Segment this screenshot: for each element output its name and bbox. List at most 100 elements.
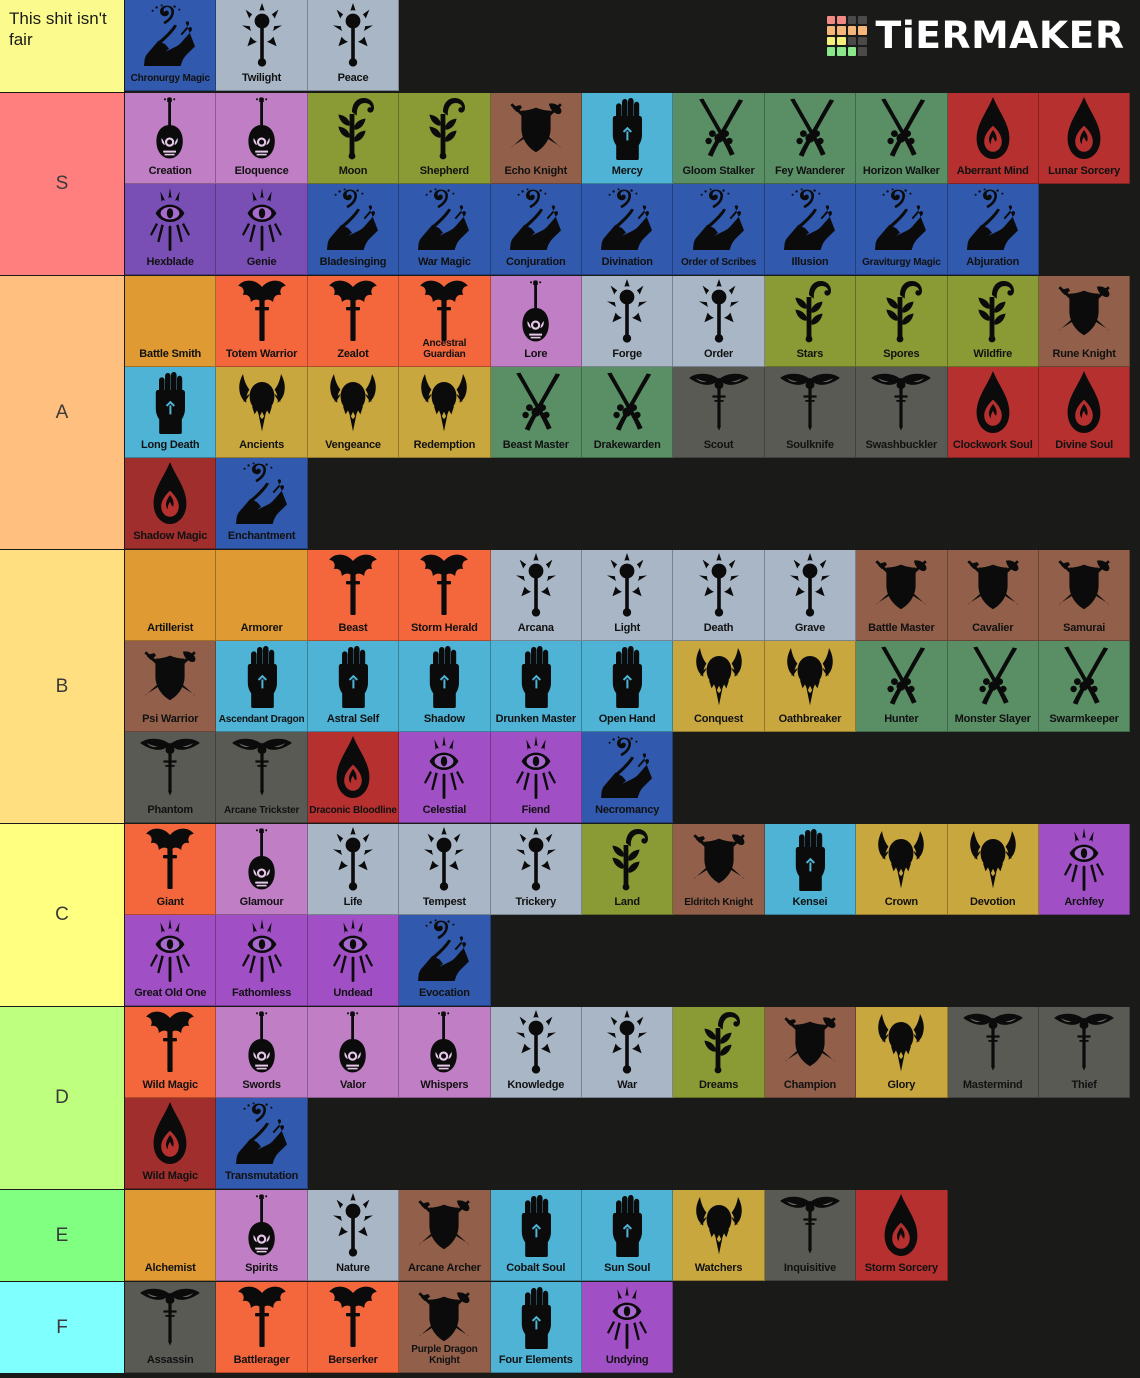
tier-item-tile[interactable]: Order of Scribes [673,184,765,275]
tier-item-tile[interactable]: War Magic [399,184,491,275]
tier-items-container[interactable]: Wild Magic Swords Valor Whispers Knowled… [125,1007,1140,1189]
tier-item-tile[interactable]: Hunter [856,641,948,732]
tier-item-tile[interactable]: Astral Self [307,641,400,732]
tier-item-tile[interactable]: Trickery [490,824,582,915]
tier-items-container[interactable]: Giant Glamour Life Tempest Trickery Land… [125,824,1140,1006]
tier-item-tile[interactable]: Swords [216,1007,308,1098]
tier-item-tile[interactable]: Ancients [216,367,308,458]
tier-item-tile[interactable]: Battle Smith [125,276,217,367]
tier-item-tile[interactable]: Valor [307,1007,400,1098]
tier-item-tile[interactable]: Psi Warrior [125,641,217,732]
tier-item-tile[interactable]: Storm Herald [399,550,491,641]
tier-item-tile[interactable]: Devotion [947,824,1039,915]
tier-item-tile[interactable]: Nature [307,1190,400,1281]
tier-item-tile[interactable]: Moon [307,93,400,184]
tier-item-tile[interactable]: Clockwork Soul [947,367,1039,458]
tier-item-tile[interactable]: Dreams [673,1007,765,1098]
tier-item-tile[interactable]: Conjuration [490,184,582,275]
unranked-row-label[interactable]: This shit isn't fair [0,0,125,92]
tier-item-tile[interactable]: Shadow Magic [125,458,217,549]
tier-item-tile[interactable]: Spores [856,276,948,367]
tier-item-tile[interactable]: Inquisitive [764,1190,857,1281]
tier-item-tile[interactable]: Aberrant Mind [947,93,1039,184]
tier-item-tile[interactable]: Forge [581,276,674,367]
tier-item-tile[interactable]: Grave [764,550,857,641]
tier-item-tile[interactable]: Hexblade [125,184,217,275]
tier-item-tile[interactable]: Glory [856,1007,948,1098]
tier-item-tile[interactable]: Monster Slayer [947,641,1039,732]
tier-item-tile[interactable]: Tempest [399,824,491,915]
tier-item-tile[interactable]: Conquest [673,641,765,732]
tier-item-tile[interactable]: Shepherd [399,93,491,184]
tier-items-container[interactable]: Artillerist Armorer Beast Storm Herald Ar… [125,550,1140,823]
tier-item-tile[interactable]: Battle Master [856,550,948,641]
tier-item-tile[interactable]: Zealot [307,276,400,367]
tier-item-tile[interactable]: Assassin [125,1282,217,1373]
tier-items-container[interactable]: Assassin Battlerager Berserker Purple Dr… [125,1282,1140,1373]
tier-item-tile[interactable]: Graviturgy Magic [856,184,948,275]
tier-item-tile[interactable]: Great Old One [125,915,217,1006]
tier-item-tile[interactable]: Fiend [490,732,582,823]
tier-item-tile[interactable]: Eldritch Knight [673,824,765,915]
tier-label[interactable]: F [0,1282,125,1373]
tier-item-tile[interactable]: Champion [764,1007,857,1098]
tier-item-tile[interactable]: Storm Sorcery [856,1190,948,1281]
tier-item-tile[interactable]: Totem Warrior [216,276,308,367]
tier-item-tile[interactable]: Divination [581,184,674,275]
tier-item-tile[interactable]: Gloom Stalker [673,93,765,184]
tier-label[interactable]: D [0,1007,125,1189]
tier-item-tile[interactable]: Ancestral Guardian [399,276,491,367]
tier-label[interactable]: C [0,824,125,1006]
tier-item-tile[interactable]: Echo Knight [490,93,582,184]
tier-item-tile[interactable]: Soulknife [764,367,857,458]
tier-item-tile[interactable]: Glamour [216,824,308,915]
tier-item-tile[interactable]: Wild Magic [125,1007,217,1098]
tier-label[interactable]: E [0,1190,125,1281]
tier-item-tile[interactable]: Thief [1038,1007,1131,1098]
tier-item-tile[interactable]: Cavalier [947,550,1039,641]
tier-item-tile[interactable]: Vengeance [307,367,400,458]
tier-item-tile[interactable]: Rune Knight [1038,276,1131,367]
tier-item-tile[interactable]: Illusion [764,184,857,275]
tier-item-tile[interactable]: Whispers [399,1007,491,1098]
tier-item-tile[interactable]: Archfey [1038,824,1131,915]
tier-item-tile[interactable]: Undying [581,1282,674,1373]
tier-item-tile[interactable]: Swarmkeeper [1038,641,1131,732]
tier-item-tile[interactable]: Wild Magic [125,1098,217,1189]
tier-item-tile[interactable]: Arcane Archer [399,1190,491,1281]
tier-item-tile[interactable]: Beast Master [490,367,582,458]
tier-item-tile[interactable]: Kensei [764,824,857,915]
tier-label[interactable]: A [0,276,125,549]
tier-item-tile[interactable]: Cobalt Soul [490,1190,582,1281]
tier-item-tile[interactable]: Abjuration [947,184,1039,275]
tier-item-tile[interactable]: Horizon Walker [856,93,948,184]
tier-item-tile[interactable]: Shadow [399,641,491,732]
tier-item-tile[interactable]: Fey Wanderer [764,93,857,184]
tier-item-tile[interactable]: Phantom [125,732,217,823]
tier-item-tile[interactable]: Land [581,824,674,915]
tier-item-tile[interactable]: Twilight [216,0,308,91]
tier-item-tile[interactable]: Creation [125,93,217,184]
tier-item-tile[interactable]: Four Elements [490,1282,582,1373]
tier-item-tile[interactable]: Stars [764,276,857,367]
tier-item-tile[interactable]: Death [673,550,765,641]
tier-item-tile[interactable]: Fathomless [216,915,308,1006]
tier-item-tile[interactable]: Long Death [125,367,217,458]
tier-item-tile[interactable]: Life [307,824,400,915]
tier-item-tile[interactable]: Alchemist [125,1190,217,1281]
tier-items-container[interactable]: Battle Smith Totem Warrior Zealot Ancest… [125,276,1140,549]
tier-items-container[interactable]: Alchemist Spirits Nature Arcane Archer C… [125,1190,1140,1281]
tier-item-tile[interactable]: Drakewarden [581,367,674,458]
tier-item-tile[interactable]: Genie [216,184,308,275]
tier-item-tile[interactable]: Mercy [581,93,674,184]
tier-item-tile[interactable]: Giant [125,824,217,915]
tier-items-container[interactable]: Creation Eloquence Moon Shepherd Echo Kn… [125,93,1140,275]
tier-item-tile[interactable]: Bladesinging [307,184,400,275]
tier-item-tile[interactable]: Armorer [216,550,308,641]
tier-item-tile[interactable]: Peace [307,0,400,91]
tier-item-tile[interactable]: Draconic Bloodline [307,732,400,823]
tier-item-tile[interactable]: Order [673,276,765,367]
tier-item-tile[interactable]: Wildfire [947,276,1039,367]
tier-item-tile[interactable]: Samurai [1038,550,1131,641]
tier-item-tile[interactable]: Watchers [673,1190,765,1281]
